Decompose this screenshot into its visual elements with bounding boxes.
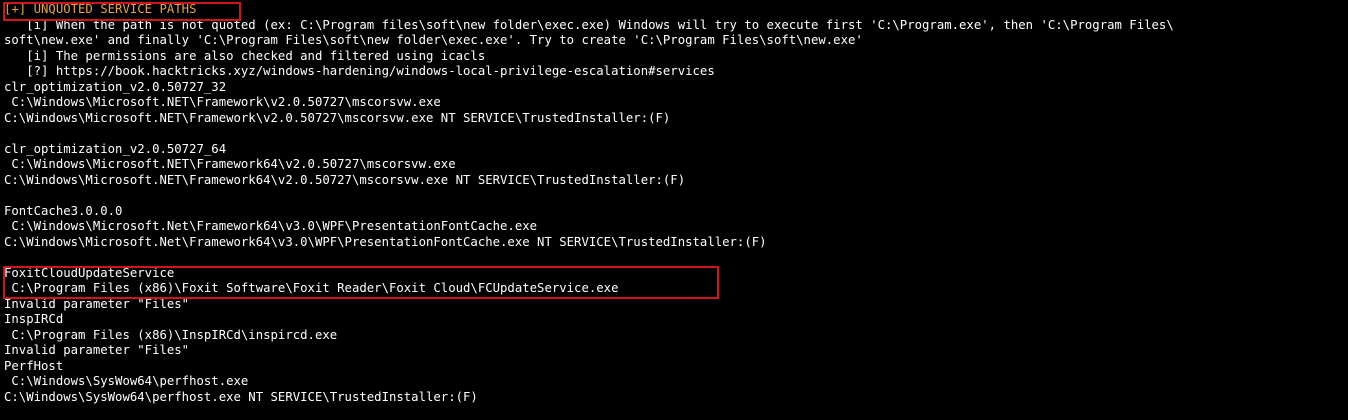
service-name: clr_optimization_v2.0.50727_64 [4,141,227,156]
service-name: FontCache3.0.0.0 [4,203,123,218]
service-permission: C:\Windows\Microsoft.NET\Framework64\v2.… [4,172,686,187]
service-permission: C:\Windows\Microsoft.Net\Framework64\v3.… [4,234,767,249]
service-path: C:\Program Files (x86)\Foxit Software\Fo… [4,281,619,295]
info-line: soft\new.exe' and finally 'C:\Program Fi… [4,33,863,47]
section-header: [+] UNQUOTED SERVICE PATHS [4,2,197,16]
error-line: Invalid parameter "Files" [4,343,190,357]
service-path: C:\Windows\SysWow64\perfhost.exe [4,374,249,388]
service-name: InspIRCd [4,312,64,326]
info-line: [i] The permissions are also checked and… [4,48,486,63]
service-name: PerfHost [4,358,64,373]
service-path: C:\Program Files (x86)\InspIRCd\inspircd… [4,327,338,342]
service-permission: C:\Windows\SysWow64\perfhost.exe NT SERV… [4,389,478,404]
service-path: C:\Windows\Microsoft.Net\Framework64\v3.… [4,219,538,233]
info-line: [i] When the path is not quoted (ex: C:\… [4,17,1174,32]
service-path: C:\Windows\Microsoft.NET\Framework64\v2.… [4,157,456,171]
error-line: Invalid parameter "Files" [4,296,190,311]
service-permission: C:\Windows\Microsoft.NET\Framework\v2.0.… [4,110,671,125]
service-name: clr_optimization_v2.0.50727_32 [4,79,227,94]
reference-link: [?] https://book.hacktricks.xyz/windows-… [4,64,715,78]
terminal-output: [+] UNQUOTED SERVICE PATHS [i] When the … [0,0,1348,420]
service-path: C:\Windows\Microsoft.NET\Framework\v2.0.… [4,95,441,109]
service-name: FoxitCloudUpdateService [4,265,175,280]
